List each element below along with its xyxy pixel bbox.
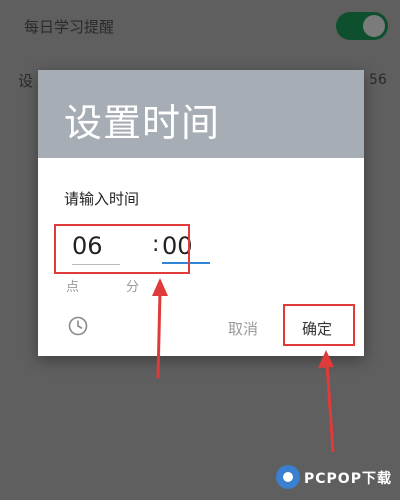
setting-row2-value: 56 bbox=[369, 72, 387, 88]
annotation-time-box bbox=[54, 224, 190, 274]
dialog-title: 设置时间 bbox=[64, 101, 221, 145]
reminder-toggle[interactable] bbox=[336, 12, 388, 40]
watermark: PCPOP下载 bbox=[274, 460, 400, 494]
input-prompt: 请输入时间 bbox=[64, 190, 140, 208]
hour-unit-label: 点 bbox=[66, 280, 80, 295]
setting-row2-label: 设 bbox=[18, 72, 34, 90]
watermark-logo-icon bbox=[276, 465, 300, 489]
dialog-header: 设置时间 bbox=[38, 70, 364, 158]
toggle-knob bbox=[363, 15, 385, 37]
watermark-text: PCPOP下载 bbox=[304, 471, 392, 487]
clock-icon[interactable] bbox=[68, 316, 88, 336]
setting-title: 每日学习提醒 bbox=[24, 18, 115, 36]
cancel-button[interactable]: 取消 bbox=[228, 318, 258, 339]
setting-row-daily-reminder: 每日学习提醒 bbox=[0, 0, 400, 52]
annotation-ok-box bbox=[283, 304, 355, 346]
minute-unit-label: 分 bbox=[126, 280, 140, 295]
